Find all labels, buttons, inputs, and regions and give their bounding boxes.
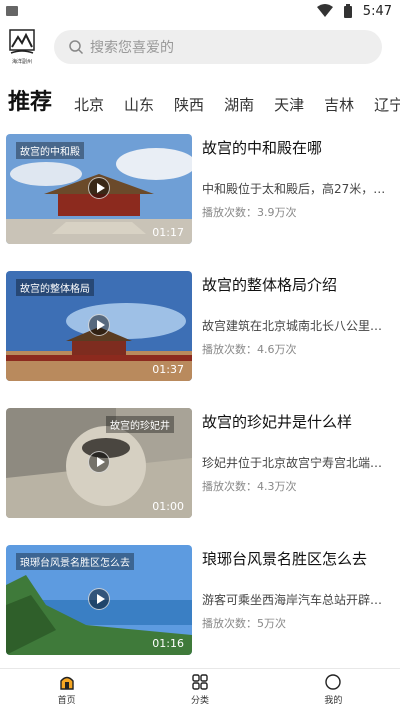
video-duration: 01:00 bbox=[152, 500, 184, 513]
nav-category[interactable]: 分类 bbox=[133, 669, 266, 710]
nav-profile-label: 我的 bbox=[324, 696, 343, 706]
app-logo[interactable]: 海洋副州 bbox=[8, 27, 36, 67]
header: 海洋副州 搜索您喜爱的 bbox=[0, 24, 400, 70]
status-time: 5:47 bbox=[362, 3, 392, 19]
logo-text: 海洋副州 bbox=[11, 59, 32, 65]
video-duration: 01:17 bbox=[152, 226, 184, 239]
video-card[interactable]: 故宫的整体格局 01:37 故宫的整体格局介绍 故宫建筑在北京城南北长八公里的…… bbox=[6, 271, 396, 381]
status-bar: 5:47 bbox=[0, 0, 400, 22]
tab-hunan[interactable]: 湖南 bbox=[224, 92, 254, 118]
play-icon[interactable] bbox=[88, 451, 110, 473]
notification-icon bbox=[6, 6, 18, 16]
video-title[interactable]: 琅琊台风景名胜区怎么去 bbox=[202, 549, 392, 569]
wifi-icon bbox=[316, 4, 333, 17]
play-count: 播放次数：5万次 bbox=[202, 617, 286, 630]
nav-profile[interactable]: 我的 bbox=[267, 669, 400, 710]
tab-shaanxi[interactable]: 陕西 bbox=[174, 92, 204, 118]
video-description: 故宫建筑在北京城南北长八公里的… bbox=[202, 319, 388, 333]
tab-shandong[interactable]: 山东 bbox=[124, 92, 154, 118]
play-count: 播放次数：4.6万次 bbox=[202, 343, 297, 356]
video-thumbnail[interactable]: 故宫的中和殿 01:17 bbox=[6, 134, 192, 244]
video-duration: 01:37 bbox=[152, 363, 184, 376]
play-icon[interactable] bbox=[88, 588, 110, 610]
tab-recommend[interactable]: 推荐 bbox=[8, 88, 52, 118]
bottom-nav: 首页 分类 我的 bbox=[0, 668, 400, 710]
nav-home-label: 首页 bbox=[57, 696, 76, 706]
video-thumbnail[interactable]: 故宫的整体格局 01:37 bbox=[6, 271, 192, 381]
video-thumbnail[interactable]: 琅琊台风景名胜区怎么去 01:16 bbox=[6, 545, 192, 655]
thumbnail-caption: 故宫的珍妃井 bbox=[106, 416, 174, 433]
video-title[interactable]: 故宫的整体格局介绍 bbox=[202, 275, 392, 295]
video-card[interactable]: 故宫的中和殿 01:17 故宫的中和殿在哪 中和殿位于太和殿后，高27米，平… … bbox=[6, 134, 396, 244]
video-duration: 01:16 bbox=[152, 637, 184, 650]
tab-jilin[interactable]: 吉林 bbox=[324, 92, 354, 118]
profile-icon bbox=[325, 674, 342, 690]
video-description: 珍妃井位于北京故宫宁寿宫北端的… bbox=[202, 456, 388, 470]
search-input[interactable]: 搜索您喜爱的 bbox=[54, 30, 382, 64]
video-description: 中和殿位于太和殿后，高27米，平… bbox=[202, 182, 388, 196]
category-icon bbox=[192, 674, 208, 690]
play-count: 播放次数：4.3万次 bbox=[202, 480, 297, 493]
tab-liaoning[interactable]: 辽宁 bbox=[374, 92, 400, 118]
video-card[interactable]: 琅琊台风景名胜区怎么去 01:16 琅琊台风景名胜区怎么去 游客可乘坐西海岸汽车… bbox=[6, 545, 396, 655]
tab-tianjin[interactable]: 天津 bbox=[274, 92, 304, 118]
video-title[interactable]: 故宫的中和殿在哪 bbox=[202, 138, 392, 158]
search-placeholder: 搜索您喜爱的 bbox=[90, 40, 174, 56]
play-icon[interactable] bbox=[88, 314, 110, 336]
play-icon[interactable] bbox=[88, 177, 110, 199]
home-icon bbox=[59, 676, 74, 690]
video-thumbnail[interactable]: 故宫的珍妃井 01:00 bbox=[6, 408, 192, 518]
thumbnail-caption: 故宫的整体格局 bbox=[16, 279, 94, 296]
video-card[interactable]: 故宫的珍妃井 01:00 故宫的珍妃井是什么样 珍妃井位于北京故宫宁寿宫北端的…… bbox=[6, 408, 396, 518]
video-title[interactable]: 故宫的珍妃井是什么样 bbox=[202, 412, 392, 432]
play-count: 播放次数：3.9万次 bbox=[202, 206, 297, 219]
search-icon bbox=[69, 40, 84, 55]
category-tabs: 推荐 北京 山东 陕西 湖南 天津 吉林 辽宁 bbox=[0, 80, 400, 118]
tab-beijing[interactable]: 北京 bbox=[74, 92, 104, 118]
thumbnail-caption: 琅琊台风景名胜区怎么去 bbox=[16, 553, 134, 570]
video-description: 游客可乘坐西海岸汽车总站开辟501… bbox=[202, 593, 388, 607]
logo-icon bbox=[9, 29, 35, 54]
thumbnail-caption: 故宫的中和殿 bbox=[16, 142, 84, 159]
nav-home[interactable]: 首页 bbox=[0, 669, 133, 710]
battery-icon bbox=[343, 4, 352, 18]
nav-category-label: 分类 bbox=[190, 696, 209, 706]
